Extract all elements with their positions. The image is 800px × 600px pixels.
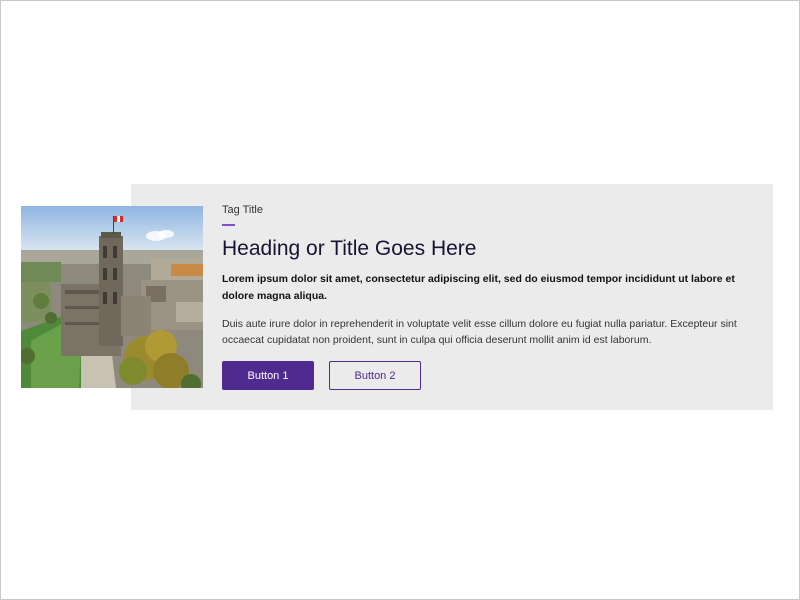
button-group: Button 1 Button 2: [222, 361, 752, 390]
card-heading: Heading or Title Goes Here: [222, 237, 477, 260]
secondary-button[interactable]: Button 2: [329, 361, 421, 390]
card-body-text: Duis aute irure dolor in reprehenderit i…: [222, 318, 737, 346]
tag-underline: [222, 224, 235, 226]
card-lead-text: Lorem ipsum dolor sit amet, consectetur …: [222, 273, 735, 302]
primary-button[interactable]: Button 1: [222, 361, 314, 390]
tag-title: Tag Title: [222, 204, 263, 216]
card-content: Tag Title Heading or Title Goes Here Lor…: [222, 203, 752, 390]
campus-photo: [21, 206, 203, 388]
